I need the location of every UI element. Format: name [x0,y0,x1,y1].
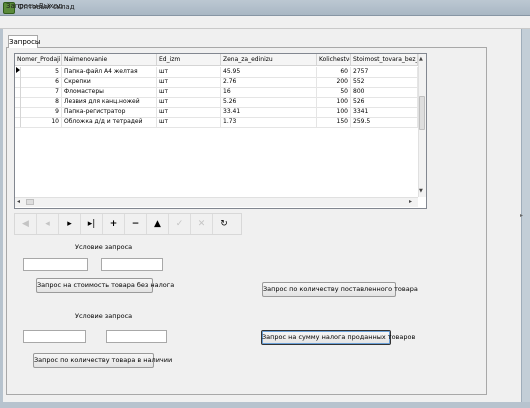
cell-kol[interactable]: 200 [317,77,351,87]
next-icon[interactable]: ▸ [59,214,81,234]
last-icon[interactable]: ▸| [81,214,103,234]
cell-stoim[interactable]: 2757 [351,67,418,77]
cell-stoim[interactable]: 259.5 [351,117,418,127]
cell-zena[interactable]: 33.41 [221,107,317,117]
cell-zena[interactable]: 16 [221,87,317,97]
cell-nomer[interactable]: 10 [21,117,62,127]
cost-without-tax-button[interactable]: Запрос на стоимость товара без налога [36,278,174,293]
cell-kol[interactable]: 60 [317,67,351,77]
cell-stoim[interactable]: 552 [351,77,418,87]
column-header[interactable]: Nomer_Prodaji [15,54,62,66]
grid-header: Nomer_Prodaji Naimenovanie Ed_izm Zena_z… [15,54,418,66]
first-icon[interactable]: ◀ [15,214,37,234]
condition-input-1a[interactable] [23,258,88,271]
scroll-left-icon[interactable]: ◂ [17,198,20,205]
menu-vyhod[interactable]: Выход [39,2,63,10]
stock-quantity-button[interactable]: Запрос по количеству товара в наличии [33,353,172,368]
cell-stoim[interactable]: 800 [351,87,418,97]
cell-zena[interactable]: 2.76 [221,77,317,87]
cell-zena[interactable]: 45.95 [221,67,317,77]
cell-kol[interactable]: 100 [317,107,351,117]
cell-name[interactable]: Папка-файл А4 желтая [62,67,157,77]
horizontal-scroll-thumb[interactable] [26,199,34,205]
cell-stoim[interactable]: 526 [351,97,418,107]
condition-label-1: Условие запроса [75,243,133,251]
scroll-right-icon[interactable]: ▸ [409,198,412,205]
cell-nomer[interactable]: 5 [21,67,62,77]
cell-name[interactable]: Обложка д/д и тетрадей [62,117,157,127]
cell-stoim[interactable]: 3341 [351,107,418,117]
cell-nomer[interactable]: 9 [21,107,62,117]
column-header[interactable]: Zena_za_edinizu [221,54,317,66]
cell-zena[interactable]: 1.73 [221,117,317,127]
cell-name[interactable]: Скрепки [62,77,157,87]
prior-icon[interactable]: ◂ [37,214,59,234]
edit-icon[interactable]: ▲ [147,214,169,234]
column-header[interactable]: Naimenovanie [62,54,157,66]
cell-ed[interactable]: шт [157,117,221,127]
cell-kol[interactable]: 100 [317,97,351,107]
sold-tax-sum-button[interactable]: Запрос на сумму налога проданных товаров [261,330,415,345]
condition-input-2a[interactable] [23,330,86,343]
menu-zaprosy[interactable]: Запросы [6,2,37,10]
window-titlebar [0,0,530,16]
cell-ed[interactable]: шт [157,77,221,87]
scroll-down-icon[interactable]: ▼ [419,188,423,194]
cell-ed[interactable]: шт [157,67,221,77]
menu-bar [0,16,530,29]
cell-nomer[interactable]: 6 [21,77,62,87]
cell-name[interactable]: Папка-регистратор [62,107,157,117]
vertical-scroll-thumb[interactable] [419,96,425,130]
condition-input-2b[interactable] [106,330,167,343]
cell-kol[interactable]: 150 [317,117,351,127]
cell-name[interactable]: Лезвия для канц.ножей [62,97,157,107]
window-frame-bottom [0,402,530,408]
cell-nomer[interactable]: 7 [21,87,62,97]
cell-ed[interactable]: шт [157,87,221,97]
resize-grip-icon: ▸ [520,212,524,219]
table-row[interactable]: 10 Обложка д/д и тетрадей шт 1.73 150 25… [15,117,418,128]
window-frame-left [0,29,3,408]
cell-kol[interactable]: 50 [317,87,351,97]
supplied-quantity-button[interactable]: Запрос по количеству поставленного товар… [262,282,418,297]
column-header[interactable]: Stoimost_tovara_bez_nalo [351,54,418,66]
insert-icon[interactable]: + [103,214,125,234]
cell-nomer[interactable]: 8 [21,97,62,107]
cell-name[interactable]: Фломастеры [62,87,157,97]
condition-input-1b[interactable] [101,258,163,271]
horizontal-scrollbar[interactable] [15,197,418,207]
cell-ed[interactable]: шт [157,97,221,107]
cell-ed[interactable]: шт [157,107,221,117]
condition-label-2: Условие запроса [75,312,133,320]
cell-zena[interactable]: 5.26 [221,97,317,107]
cancel-icon[interactable]: ✕ [191,214,213,234]
current-row-indicator-icon [16,67,20,73]
post-icon[interactable]: ✓ [169,214,191,234]
refresh-icon[interactable]: ↻ [213,214,235,234]
column-header[interactable]: Kolichestvo [317,54,351,66]
scroll-up-icon[interactable]: ▲ [419,56,423,62]
column-header[interactable]: Ed_izm [157,54,221,66]
delete-icon[interactable]: − [125,214,147,234]
tab-zaprosy[interactable]: Запросы [8,35,40,48]
